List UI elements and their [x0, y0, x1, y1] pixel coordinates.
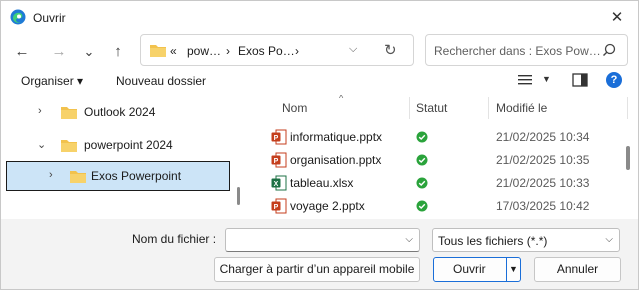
file-row[interactable]: P voyage 2.pptx 17/03/2025 10:42 [249, 195, 627, 218]
chevron-right-icon[interactable]: › [49, 169, 53, 181]
file-row[interactable]: X tableau.xlsx 21/02/2025 10:33 [249, 172, 627, 195]
sort-arrow-icon: ^ [339, 95, 344, 103]
file-type-value: Tous les fichiers (*.*) [438, 234, 548, 248]
cancel-button[interactable]: Annuler [534, 257, 621, 282]
navigation-scrollbar[interactable] [237, 187, 240, 205]
tree-item-label: powerpoint 2024 [84, 138, 173, 152]
chevron-right-icon[interactable]: › [38, 105, 42, 117]
edge-icon [10, 9, 26, 25]
open-dialog: Ouvrir ✕ ← → ⌄ ↑ « pow… › Exos Po… › ⌵ ↻… [0, 0, 639, 290]
address-segment[interactable]: Exos Po… [238, 44, 295, 58]
help-icon[interactable]: ? [606, 72, 622, 88]
file-name: organisation.pptx [290, 153, 382, 167]
search-placeholder: Rechercher dans : Exos Pow… [434, 44, 601, 58]
open-button-label: Ouvrir [453, 262, 486, 276]
tree-item-powerpoint-2024[interactable]: ⌄ powerpoint 2024 [2, 131, 232, 159]
address-overflow-chevron[interactable]: « [170, 44, 177, 58]
view-dropdown-icon[interactable]: ▼ [542, 74, 551, 84]
title-bar: Ouvrir ✕ [1, 1, 638, 35]
chevron-down-icon[interactable]: ⌵ [405, 234, 413, 245]
search-icon[interactable] [602, 43, 616, 57]
column-header-name[interactable]: Nom [282, 101, 307, 115]
up-arrow-icon[interactable]: ↑ [107, 41, 129, 63]
browser-area: › Outlook 2024 ⌄ powerpoint 2024 › Exos … [2, 95, 638, 219]
view-options-icon[interactable] [517, 73, 533, 87]
file-date: 21/02/2025 10:33 [496, 176, 590, 190]
open-button[interactable]: Ouvrir ▼ [433, 257, 521, 282]
split-divider [506, 258, 507, 281]
search-box[interactable]: Rechercher dans : Exos Pow… [425, 34, 628, 66]
file-row[interactable]: P organisation.pptx 21/02/2025 10:35 [249, 149, 627, 172]
powerpoint-file-icon: P [271, 152, 287, 168]
address-bar[interactable]: « pow… › Exos Po… › ⌵ ↻ [140, 34, 414, 66]
preview-pane-icon[interactable] [572, 73, 588, 87]
synced-check-icon [416, 154, 428, 166]
close-icon[interactable]: ✕ [605, 7, 629, 29]
svg-text:P: P [274, 158, 279, 165]
synced-check-icon [416, 200, 428, 212]
open-options-dropdown-icon[interactable]: ▼ [509, 258, 518, 281]
window-title: Ouvrir [33, 11, 66, 25]
svg-text:P: P [274, 135, 279, 142]
file-date: 21/02/2025 10:35 [496, 153, 590, 167]
file-date: 17/03/2025 10:42 [496, 199, 590, 213]
file-type-select[interactable]: Tous les fichiers (*.*) ⌵ [432, 228, 620, 252]
forward-arrow-icon[interactable]: → [48, 41, 70, 63]
column-divider[interactable] [409, 97, 410, 119]
column-divider[interactable] [627, 97, 628, 119]
svg-text:X: X [274, 181, 279, 188]
file-list-scrollbar[interactable] [626, 146, 630, 170]
address-separator-icon[interactable]: › [295, 44, 299, 58]
recent-locations-chevron-icon[interactable]: ⌄ [78, 41, 100, 63]
tree-item-exos-powerpoint[interactable]: › Exos Powerpoint [6, 161, 230, 191]
synced-check-icon [416, 131, 428, 143]
dialog-footer: Nom du fichier : ⌵ Tous les fichiers (*.… [1, 219, 638, 289]
file-row[interactable]: P informatique.pptx 21/02/2025 10:34 [249, 126, 627, 149]
folder-icon [150, 45, 166, 57]
load-from-mobile-button[interactable]: Charger à partir d’un appareil mobile [214, 257, 420, 282]
excel-file-icon: X [271, 175, 287, 191]
folder-icon [61, 140, 77, 152]
tree-item-label: Exos Powerpoint [91, 169, 182, 183]
chevron-down-icon[interactable]: ⌵ [605, 234, 613, 245]
synced-check-icon [416, 177, 428, 189]
back-arrow-icon[interactable]: ← [11, 41, 33, 63]
powerpoint-file-icon: P [271, 129, 287, 145]
powerpoint-file-icon: P [271, 198, 287, 214]
navigation-pane: › Outlook 2024 ⌄ powerpoint 2024 › Exos … [2, 95, 246, 219]
file-name: tableau.xlsx [290, 176, 354, 190]
column-divider[interactable] [488, 97, 489, 119]
chevron-down-icon[interactable]: ⌵ [349, 43, 357, 56]
file-list: ^ Nom Statut Modifié le P informatique.p… [249, 95, 638, 219]
filename-input[interactable]: ⌵ [225, 228, 420, 252]
svg-text:P: P [274, 204, 279, 211]
folder-icon [70, 171, 86, 183]
column-header-modified[interactable]: Modifié le [496, 101, 547, 115]
folder-icon [61, 107, 77, 119]
chevron-down-icon[interactable]: ⌄ [37, 138, 46, 151]
file-date: 21/02/2025 10:34 [496, 130, 590, 144]
tree-item-label: Outlook 2024 [84, 105, 156, 119]
column-header-status[interactable]: Statut [416, 101, 447, 115]
new-folder-button[interactable]: Nouveau dossier [116, 74, 206, 88]
refresh-icon[interactable]: ↻ [384, 41, 397, 59]
address-separator-icon[interactable]: › [226, 44, 230, 58]
file-name: informatique.pptx [290, 130, 383, 144]
filename-label: Nom du fichier : [132, 232, 217, 246]
organize-menu[interactable]: Organiser ▾ [21, 74, 83, 88]
file-name: voyage 2.pptx [290, 199, 365, 213]
tree-item-outlook-2024[interactable]: › Outlook 2024 [2, 98, 232, 126]
address-segment[interactable]: pow… [187, 44, 221, 58]
